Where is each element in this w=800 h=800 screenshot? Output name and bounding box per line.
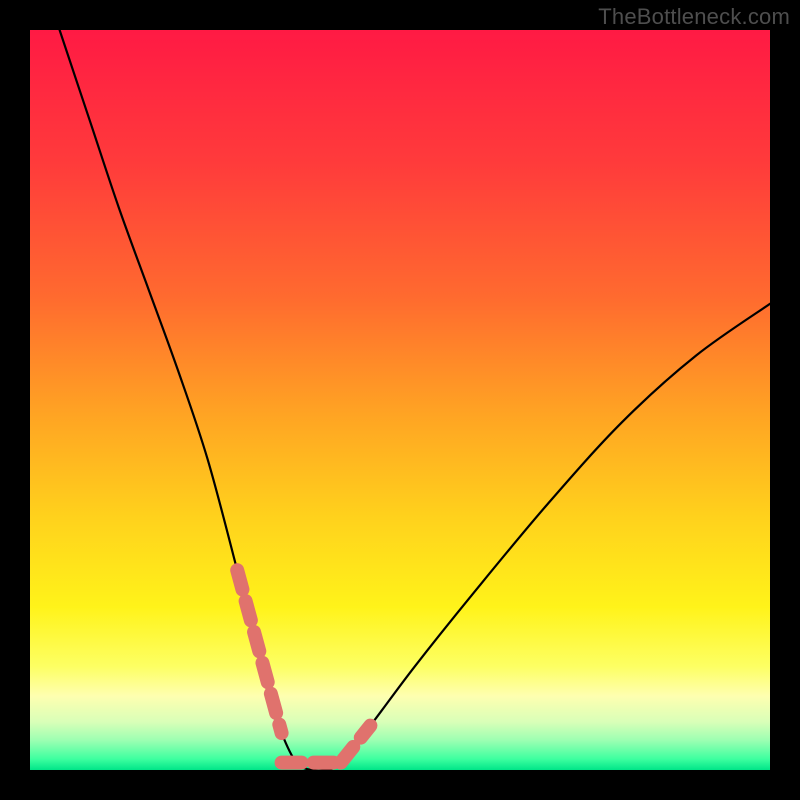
highlight-left-arm [237,570,281,733]
watermark-text: TheBottleneck.com [598,4,790,30]
curve-layer [30,30,770,770]
chart-frame: TheBottleneck.com [0,0,800,800]
plot-area [30,30,770,770]
bottleneck-curve [60,30,770,770]
highlight-right-arm [341,726,371,763]
